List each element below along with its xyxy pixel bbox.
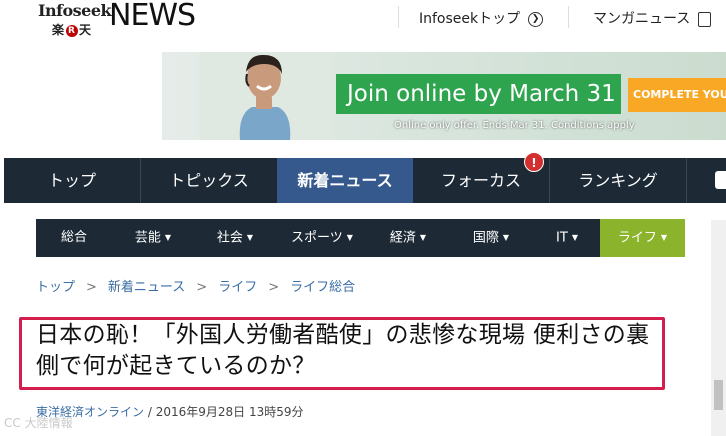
nav-ranking[interactable]: ランキング	[550, 158, 686, 203]
header-link-label: Infoseekトップ	[419, 11, 521, 27]
breadcrumb-item[interactable]: ライフ総合	[290, 280, 355, 295]
caret-down-icon: ▼	[571, 233, 578, 242]
header-divider	[398, 6, 399, 28]
ad-complete-button[interactable]: COMPLETE YOUR	[628, 78, 726, 112]
notice-badge: !	[524, 152, 544, 172]
logo-rakuten-text: 楽R天	[52, 23, 93, 37]
category-sports[interactable]: スポーツ ▼	[276, 219, 368, 257]
infoseek-news-logo[interactable]: Infoseek 楽R天 NEWS	[38, 0, 196, 42]
ad-runner-image	[200, 52, 330, 140]
header-link-label: マンガニュース	[593, 11, 691, 27]
ad-fine-print: Online only offer. Ends Mar 31. Conditio…	[394, 120, 635, 131]
category-label: スポーツ	[291, 230, 343, 246]
ad-banner[interactable]: Join online by March 31 COMPLETE YOUR On…	[162, 52, 726, 140]
category-entertainment[interactable]: 芸能 ▼	[112, 219, 194, 257]
chevron-right-icon: >	[86, 280, 97, 295]
caret-down-icon: ▼	[164, 233, 172, 242]
watermark: CC 大陸情報	[4, 416, 73, 430]
category-label: IT	[556, 230, 568, 246]
logo-news-text: NEWS	[109, 0, 196, 33]
category-label: 社会	[216, 230, 243, 246]
category-label: ライフ	[617, 230, 657, 246]
category-nav: 総合 芸能 ▼ 社会 ▼ スポーツ ▼ 経済 ▼ 国際 ▼ IT ▼ ライフ ▼	[36, 219, 685, 257]
header-link-infoseek-top[interactable]: Infoseekトップ ❯	[419, 8, 544, 28]
chevron-right-icon: >	[268, 280, 280, 295]
scrollbar[interactable]	[711, 220, 726, 436]
arrow-right-circle-icon: ❯	[528, 11, 544, 27]
category-it[interactable]: IT ▼	[534, 219, 600, 257]
nav-topics[interactable]: トピックス	[141, 158, 277, 203]
breadcrumb: トップ > 新着ニュース > ライフ > ライフ総合	[36, 276, 355, 296]
breadcrumb-item[interactable]: トップ	[36, 280, 75, 295]
header-divider	[568, 6, 569, 28]
article-meta: 東洋経済オンライン / 2016年9月28日 13時59分	[36, 405, 304, 419]
article-date: 2016年9月28日 13時59分	[155, 405, 304, 419]
caret-down-icon: ▼	[660, 233, 668, 242]
nav-top[interactable]: トップ	[4, 158, 140, 203]
category-label: 総合	[60, 230, 87, 245]
caret-down-icon: ▼	[246, 233, 254, 242]
caret-down-icon: ▼	[502, 233, 510, 242]
main-nav: トップ トピックス 新着ニュース フォーカス ランキング !	[4, 152, 726, 203]
header-link-manga-news[interactable]: マンガニュース	[593, 8, 712, 28]
category-general[interactable]: 総合	[36, 219, 112, 257]
category-label: 経済	[389, 230, 416, 246]
nav-extra-icon[interactable]	[715, 171, 726, 189]
chevron-right-icon: >	[196, 280, 208, 295]
category-society[interactable]: 社会 ▼	[194, 219, 276, 257]
logo-infoseek-text: Infoseek	[38, 1, 112, 20]
document-icon	[698, 11, 712, 27]
category-label: 国際	[472, 230, 499, 246]
nav-divider	[686, 158, 687, 203]
caret-down-icon: ▼	[419, 233, 427, 242]
category-life[interactable]: ライフ ▼	[600, 219, 685, 257]
scrollbar-thumb[interactable]	[714, 380, 723, 410]
article-title: 日本の恥！「外国人労働者酷使」の悲惨な現場 便利さの裏側で何が起きているのか？	[36, 322, 650, 379]
category-international[interactable]: 国際 ▼	[448, 219, 534, 257]
nav-new-news[interactable]: 新着ニュース	[277, 158, 413, 203]
breadcrumb-item[interactable]: 新着ニュース	[108, 280, 185, 295]
category-label: 芸能	[134, 230, 161, 246]
category-economy[interactable]: 経済 ▼	[368, 219, 448, 257]
breadcrumb-item[interactable]: ライフ	[218, 280, 257, 295]
ad-cta-text[interactable]: Join online by March 31	[336, 74, 621, 114]
caret-down-icon: ▼	[346, 233, 353, 242]
